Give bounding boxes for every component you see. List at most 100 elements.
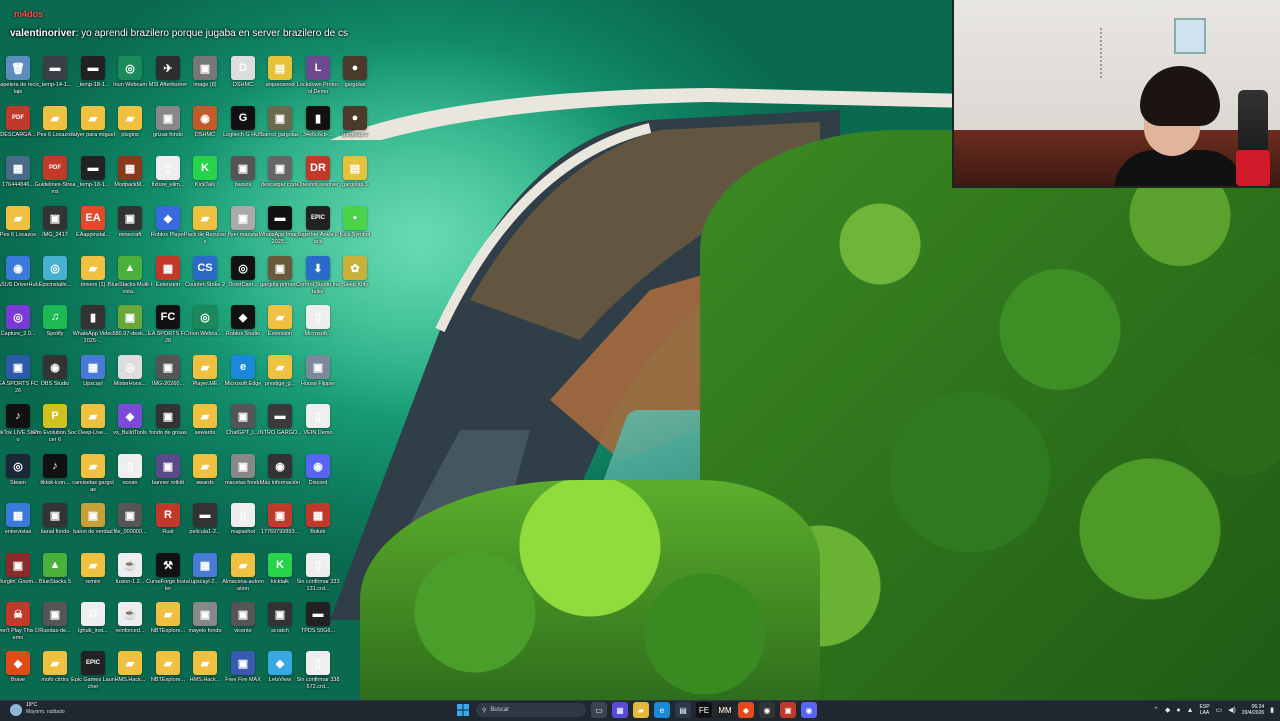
app-icon: ▣ [231,206,255,230]
mm-taskbar-icon[interactable]: MM [717,702,733,718]
webcam-person-body [1114,150,1244,186]
desktop-icon[interactable]: ▯ Sin confirmar 333131.crd... [296,553,340,592]
app-icon: ▣ [43,206,67,230]
app-icon: ▰ [193,651,217,675]
fc-taskbar-icon[interactable]: FE [696,702,712,718]
app-icon: ◎ [231,256,255,280]
desktop-icon[interactable]: ▯ Sin confirmar 338672.crd... [296,651,340,690]
taskbar-weather-widget[interactable]: 19°C Mayorm. nublado [6,701,76,719]
weather-condition: Mayorm. nublado [26,709,65,715]
app-icon: DR [306,156,330,180]
app-icon: ◎ [193,305,217,329]
tray-shield-icon[interactable]: ▲ [1187,707,1194,714]
app-icon: ◉ [306,454,330,478]
desktop-icon-label: Sin confirmar 338672.crd... [296,677,340,690]
desktop-icon[interactable]: ▦ Bokstr [296,503,340,542]
app-icon: ▣ [43,503,67,527]
desktop-icon-label: Sin confirmar 333131.crd... [296,579,340,592]
cloud-icon [10,704,22,716]
app-icon: EA [81,206,105,230]
taskbar-clock[interactable]: 06:24 20/4/2026 [1242,704,1264,716]
network-icon[interactable]: ▭ [1216,706,1223,714]
app-icon: ▬ [81,156,105,180]
app-icon: ▯ [306,305,330,329]
app-icon: ▯ [306,651,330,675]
desktop-icon[interactable]: ▯ VEIN Demo [296,404,340,443]
app-icon: ◉ [6,256,30,280]
app-icon: ▰ [193,454,217,478]
desktop-icon[interactable]: ● gargolas [333,56,377,95]
app-icon: K [193,156,217,180]
app-icon: ▰ [268,355,292,379]
edge-taskbar-icon[interactable]: e [654,702,670,718]
volume-icon[interactable]: ◀) [1228,706,1236,714]
app-icon: ▣ [81,503,105,527]
app-icon: ▣ [6,553,30,577]
desktop-icon[interactable]: ◉ Discord [296,454,340,493]
chevron-up-icon[interactable]: ⌃ [1153,706,1159,714]
taskbar-search[interactable]: ⚲ Buscar [476,703,586,717]
store-taskbar-icon[interactable]: ▤ [675,702,691,718]
desktop-icon[interactable]: ▬ TPDS 50G6... [296,602,340,641]
app-icon: PDF [6,106,30,130]
search-icon: ⚲ [482,707,487,714]
app-icon: ▰ [43,651,67,675]
app-icon: ▮ [81,305,105,329]
app-icon: ♪ [6,404,30,428]
task-view-button[interactable]: ▭ [591,702,607,718]
app-icon: ◉ [193,106,217,130]
app-icon: D [231,56,255,80]
app-icon: ▣ [156,355,180,379]
notification-bell-icon[interactable]: ▮ [1270,706,1274,714]
app-icon: PDF [43,156,67,180]
desktop-icon[interactable]: ✿ Sleep Kitty [333,256,377,295]
brave-taskbar-icon[interactable]: ◆ [738,702,754,718]
app-icon: ♪ [43,454,67,478]
app-icon: ▣ [231,602,255,626]
app-icon: 🗑 [6,56,30,80]
desktop-icon-label: Kick Symbol [339,232,371,238]
app-icon: ▬ [268,206,292,230]
app-icon: ◎ [6,454,30,478]
start-button[interactable] [455,702,471,718]
app-icon: ▦ [6,503,30,527]
app-icon: ▣ [306,355,330,379]
desktop-icon-label: gargolas 3 [342,182,368,188]
file-explorer-taskbar-icon[interactable]: ▰ [633,702,649,718]
search-placeholder: Buscar [490,707,510,713]
webcam-mic-arm-red [1236,150,1270,186]
app-icon: ▦ [81,355,105,379]
desktop-icon[interactable]: ▪ Kick Symbol [333,206,377,245]
app-icon: ▣ [193,56,217,80]
discord-taskbar-icon[interactable]: ◉ [801,702,817,718]
app-icon: ◉ [268,454,292,478]
app-icon: K [268,553,292,577]
app-icon: ◆ [268,651,292,675]
app-icon: ▣ [193,602,217,626]
language-indicator[interactable]: ESP LAA [1200,704,1210,716]
app-icon: ▰ [118,651,142,675]
desktop-icon[interactable]: ▤ gargolas 3 [333,156,377,195]
app-icon: ▯ [306,553,330,577]
recorder-taskbar-icon[interactable]: ▣ [780,702,796,718]
desktop-icon[interactable]: ▯ Microsoft... [296,305,340,344]
app-icon: ◆ [156,206,180,230]
chat-username: valentinoriver [10,28,76,39]
wallpaper-forest-bottom [360,480,820,700]
tray-app-icon[interactable]: ◆ [1165,706,1170,714]
app-icon: ▣ [156,404,180,428]
app-icon: ▰ [81,454,105,478]
app-icon: ▤ [268,56,292,80]
app-icon: ◎ [118,355,142,379]
obs-taskbar-icon[interactable]: ◉ [759,702,775,718]
desktop-icon[interactable]: ▣ House Flipper [296,355,340,394]
webcam-overlay [952,0,1280,188]
app-icon: ▦ [6,156,30,180]
app-icon: ▬ [193,503,217,527]
desktop-icon[interactable]: ● gargolas 2 [333,106,377,145]
app-icon: ☕ [118,553,142,577]
widgets-taskbar-icon[interactable]: ▦ [612,702,628,718]
chat-message-line: valentinoriver: yo aprendi brazilero por… [10,28,348,39]
app-icon: ▯ [156,156,180,180]
tray-mic-icon[interactable]: ● [1176,707,1180,714]
